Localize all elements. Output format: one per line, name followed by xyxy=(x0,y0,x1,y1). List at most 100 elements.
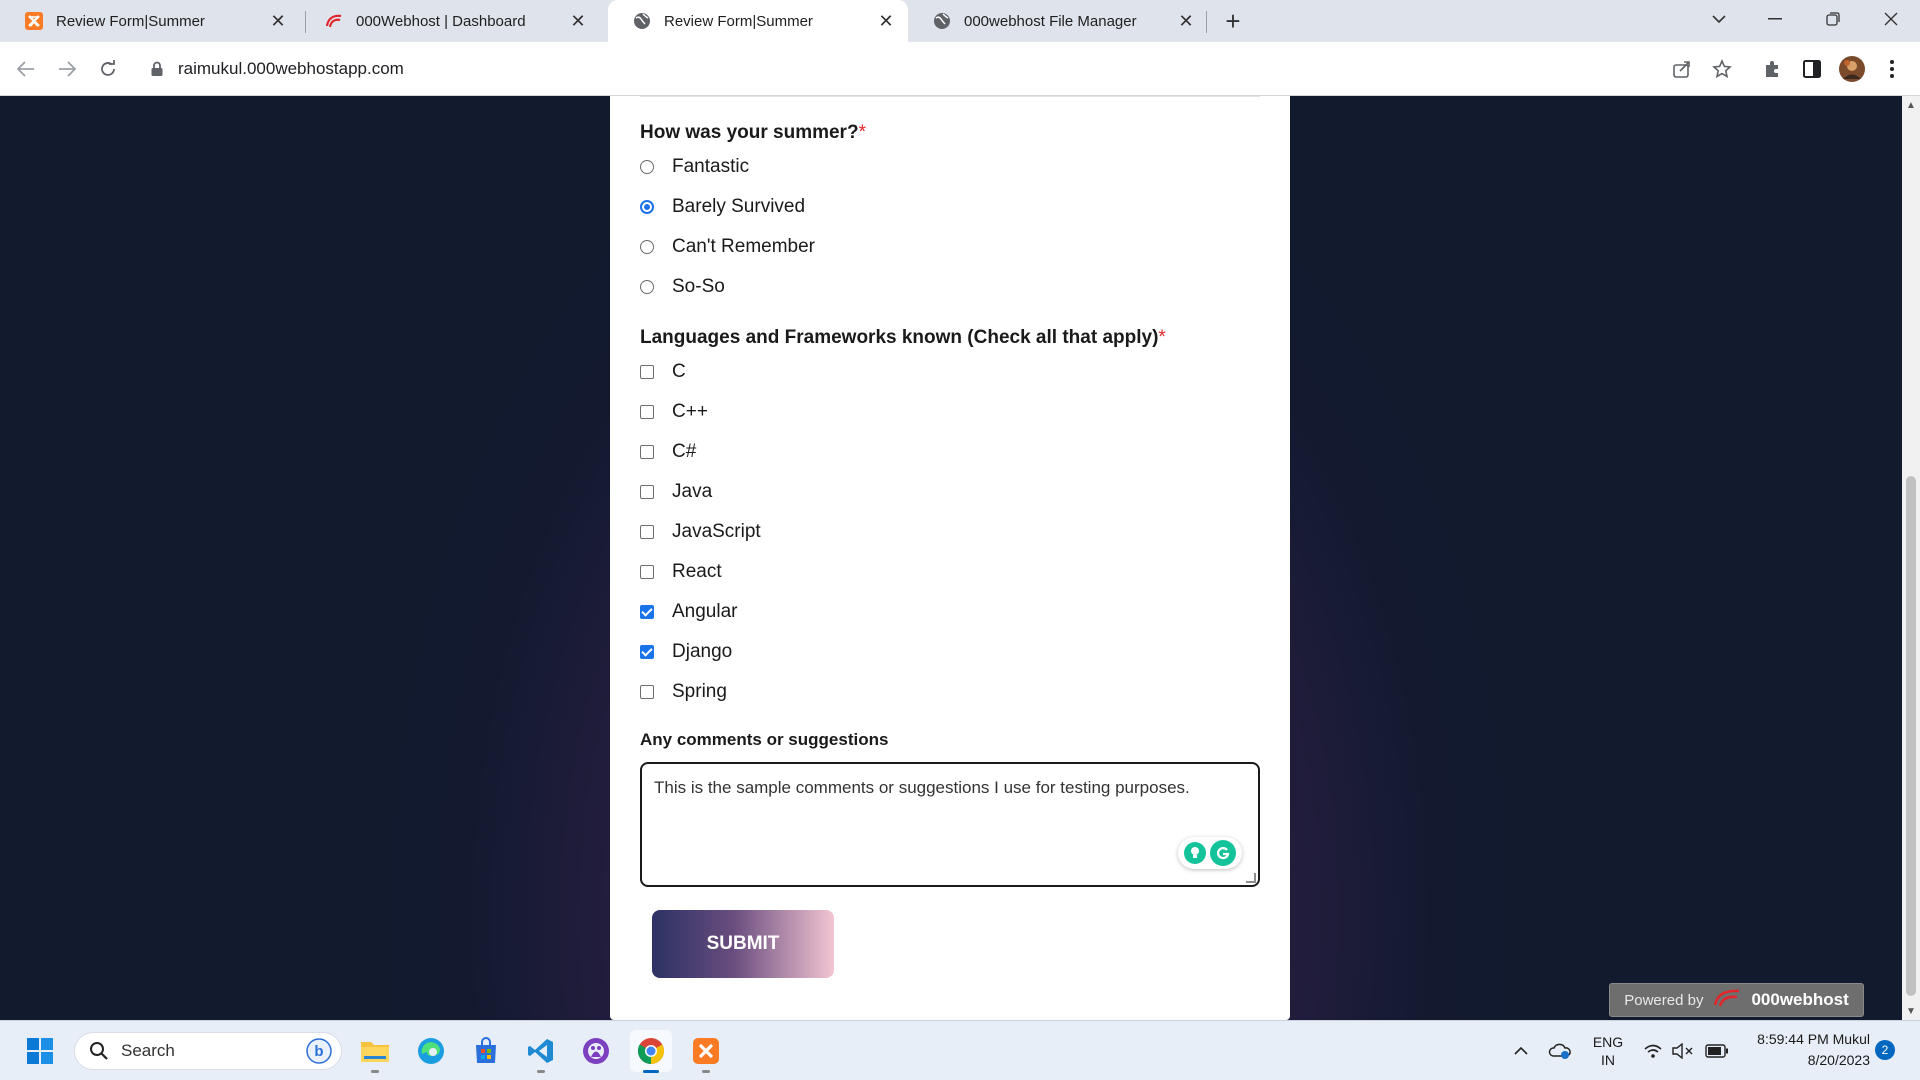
microsoft-store-icon[interactable] xyxy=(465,1030,507,1072)
github-desktop-icon[interactable] xyxy=(575,1030,617,1072)
tab-title: Review Form|Summer xyxy=(664,12,813,30)
checkbox-checked[interactable] xyxy=(640,605,654,619)
scroll-up-arrow-icon[interactable]: ▲ xyxy=(1902,96,1920,114)
checkbox-option-spring[interactable]: Spring xyxy=(640,679,727,705)
grammarly-icon[interactable] xyxy=(1210,840,1236,866)
show-hidden-icons-chevron[interactable] xyxy=(1508,1021,1534,1080)
checkbox-option-cpp[interactable]: C++ xyxy=(640,399,708,425)
battery-icon[interactable] xyxy=(1702,1021,1732,1080)
tab-review-form-1[interactable]: ⴳ Review Form|Summer ✕ xyxy=(0,0,300,42)
forward-button[interactable] xyxy=(51,53,83,85)
checkbox[interactable] xyxy=(640,365,654,379)
checkbox-checked[interactable] xyxy=(640,645,654,659)
radio-button[interactable] xyxy=(640,240,654,254)
checkbox-label: Java xyxy=(672,481,713,502)
volume-muted-icon[interactable] xyxy=(1670,1021,1696,1080)
search-label: Search xyxy=(121,1041,175,1060)
new-tab-button[interactable]: + xyxy=(1216,6,1250,36)
checkbox[interactable] xyxy=(640,565,654,579)
svg-text:b: b xyxy=(314,1043,323,1060)
file-explorer-icon[interactable] xyxy=(354,1030,396,1073)
xampp-taskbar-icon[interactable] xyxy=(685,1030,727,1073)
url-text: raimukul.000webhostapp.com xyxy=(178,59,404,78)
browser-tab-strip: ⴳ Review Form|Summer ✕ 000Webhost | Dash… xyxy=(0,0,1920,42)
bing-chat-icon[interactable]: b xyxy=(305,1037,333,1065)
globe-icon xyxy=(932,11,952,31)
taskbar-clock[interactable]: 8:59:44 PM Mukul 8/20/2023 xyxy=(1740,1029,1870,1071)
close-tab-icon[interactable]: ✕ xyxy=(872,7,900,35)
address-bar[interactable]: raimukul.000webhostapp.com xyxy=(134,48,1714,90)
radio-button[interactable] xyxy=(640,160,654,174)
vscode-icon[interactable] xyxy=(520,1030,562,1073)
bookmark-star-icon[interactable] xyxy=(1708,55,1736,83)
taskbar-search[interactable]: Search b xyxy=(74,1032,342,1070)
checkbox-option-react[interactable]: React xyxy=(640,559,722,585)
browser-menu-icon[interactable] xyxy=(1878,55,1906,83)
close-tab-icon[interactable]: ✕ xyxy=(564,7,592,35)
checkbox-option-c[interactable]: C xyxy=(640,359,686,385)
wifi-icon[interactable] xyxy=(1640,1021,1666,1080)
search-icon xyxy=(89,1041,109,1061)
edge-icon[interactable] xyxy=(410,1030,452,1072)
checkbox-option-django[interactable]: Django xyxy=(640,639,732,665)
checkbox[interactable] xyxy=(640,405,654,419)
radio-option-so-so[interactable]: So-So xyxy=(640,274,725,300)
resize-handle-icon[interactable] xyxy=(1246,873,1256,883)
lock-icon[interactable] xyxy=(150,61,164,77)
checkbox-option-java[interactable]: Java xyxy=(640,479,712,505)
onedrive-icon[interactable] xyxy=(1545,1021,1575,1080)
lightbulb-icon[interactable] xyxy=(1184,842,1206,864)
radio-button[interactable] xyxy=(640,280,654,294)
checkbox-option-csharp[interactable]: C# xyxy=(640,439,696,465)
tab-file-manager[interactable]: 000webhost File Manager ✕ xyxy=(908,0,1208,42)
checkbox[interactable] xyxy=(640,485,654,499)
lang-code: ENG xyxy=(1592,1034,1624,1050)
page-scrollbar[interactable]: ▲ ▼ xyxy=(1902,96,1920,1020)
checkbox-label: JavaScript xyxy=(672,521,761,542)
required-mark: * xyxy=(1158,327,1166,348)
back-button[interactable] xyxy=(10,53,42,85)
tab-000webhost-dashboard[interactable]: 000Webhost | Dashboard ✕ xyxy=(300,0,600,42)
scroll-down-arrow-icon[interactable]: ▼ xyxy=(1902,1002,1920,1020)
checkbox[interactable] xyxy=(640,685,654,699)
chrome-icon[interactable] xyxy=(630,1030,672,1073)
radio-option-barely-survived[interactable]: Barely Survived xyxy=(640,194,805,220)
close-tab-icon[interactable]: ✕ xyxy=(264,7,292,35)
checkbox[interactable] xyxy=(640,445,654,459)
submit-button[interactable]: SUBMIT xyxy=(652,910,834,978)
clock-time: 8:59:44 PM Mukul xyxy=(1757,1031,1870,1047)
scrollbar-thumb[interactable] xyxy=(1906,476,1916,996)
checkbox[interactable] xyxy=(640,525,654,539)
grammarly-widget[interactable] xyxy=(1178,837,1242,869)
radio-option-cant-remember[interactable]: Can't Remember xyxy=(640,234,815,260)
reload-button[interactable] xyxy=(92,53,124,85)
checkbox-option-javascript[interactable]: JavaScript xyxy=(640,519,761,545)
minimize-button[interactable] xyxy=(1748,0,1802,38)
close-window-button[interactable] xyxy=(1864,0,1918,38)
windows-start-icon[interactable] xyxy=(19,1030,61,1072)
checkbox-option-angular[interactable]: Angular xyxy=(640,599,738,625)
radio-option-fantastic[interactable]: Fantastic xyxy=(640,154,749,180)
tab-search-chevron-icon[interactable] xyxy=(1692,0,1746,38)
browser-toolbar: raimukul.000webhostapp.com xyxy=(0,42,1920,96)
profile-avatar[interactable] xyxy=(1838,55,1866,83)
close-tab-icon[interactable]: ✕ xyxy=(1172,7,1200,35)
share-icon[interactable] xyxy=(1668,55,1696,83)
extensions-icon[interactable] xyxy=(1758,55,1786,83)
radio-button-selected[interactable] xyxy=(640,200,654,214)
powered-by-badge[interactable]: Powered by 000webhost xyxy=(1609,983,1864,1017)
xampp-icon: ⴳ xyxy=(24,11,44,31)
radio-label: Can't Remember xyxy=(672,236,816,257)
comments-text: This is the sample comments or suggestio… xyxy=(654,778,1190,797)
languages-question-label: Languages and Frameworks known (Check al… xyxy=(640,327,1166,349)
running-indicator xyxy=(371,1070,379,1073)
side-panel-icon[interactable] xyxy=(1798,55,1826,83)
comments-textarea[interactable]: This is the sample comments or suggestio… xyxy=(640,762,1260,887)
checkbox-label: Spring xyxy=(672,681,727,702)
powered-by-brand: 000webhost xyxy=(1751,990,1849,1009)
language-indicator[interactable]: ENG IN xyxy=(1585,1021,1631,1080)
tab-title: 000webhost File Manager xyxy=(964,12,1137,30)
notification-badge[interactable]: 2 xyxy=(1875,1040,1895,1060)
tab-review-form-2[interactable]: Review Form|Summer ✕ xyxy=(608,0,908,42)
restore-button[interactable] xyxy=(1806,0,1860,38)
